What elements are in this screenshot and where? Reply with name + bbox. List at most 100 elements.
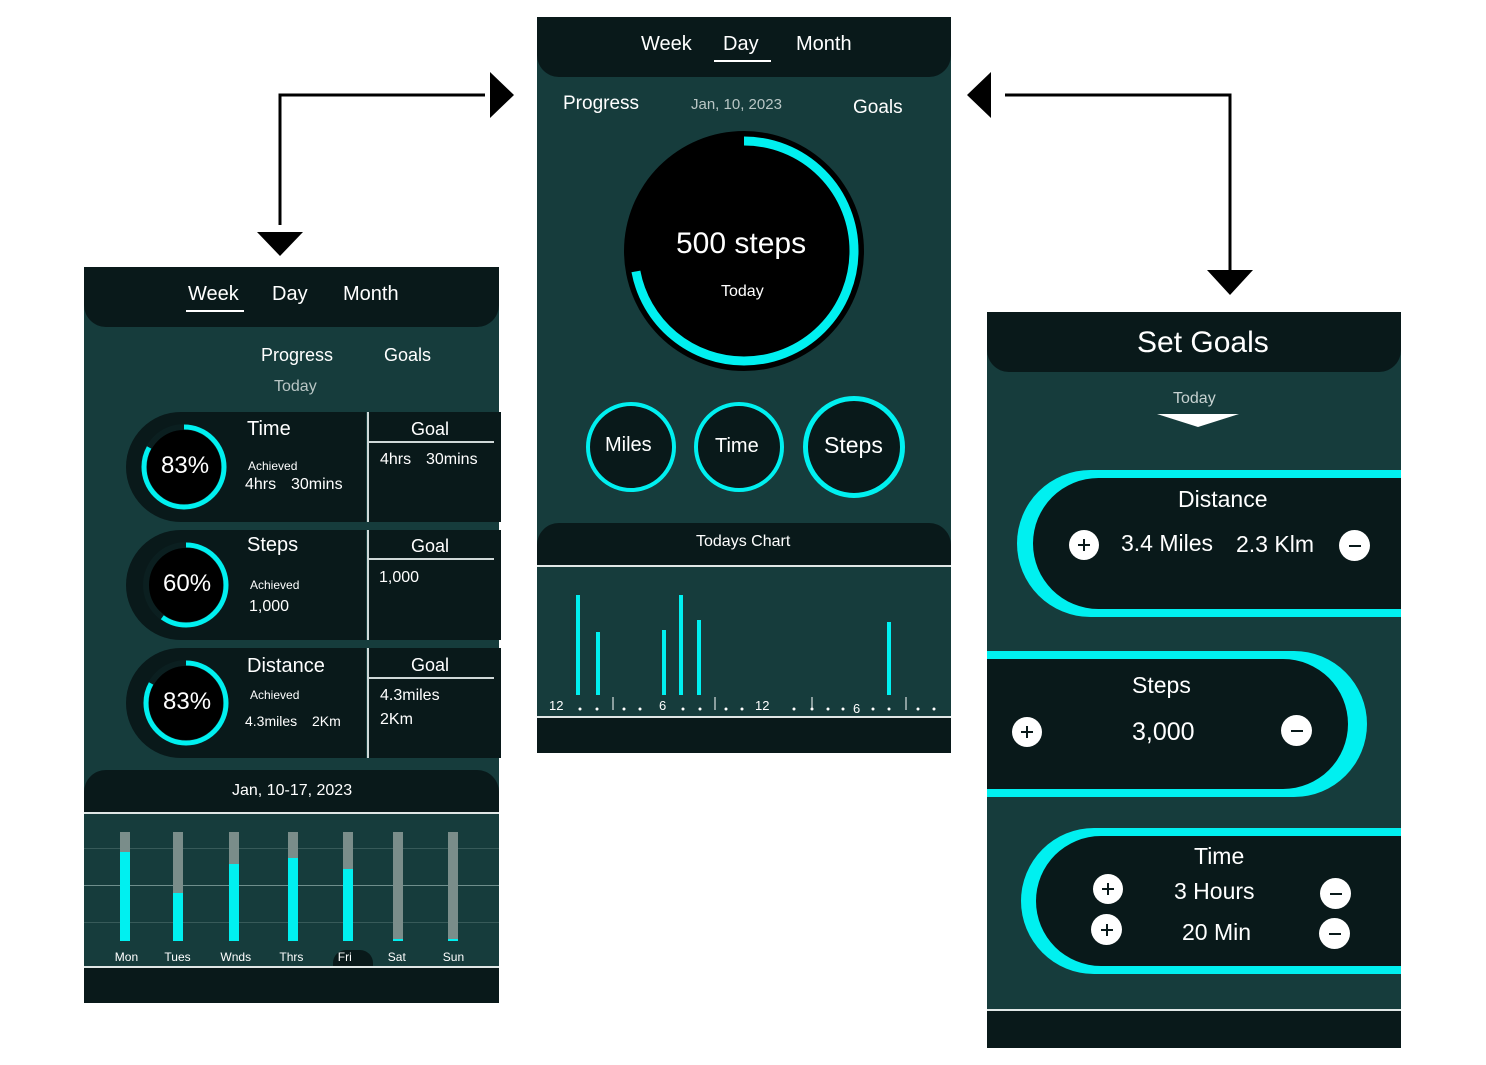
time-goal-hours: 4hrs — [380, 451, 412, 468]
distance-percent: 83% — [163, 688, 212, 715]
minutes-minus-button[interactable] — [1319, 918, 1350, 949]
distance-achieved-label: Achieved — [250, 688, 300, 702]
steps-card[interactable]: 60% Steps Achieved 1,000 Goal 1,000 — [126, 530, 501, 640]
distance-plus-button[interactable] — [1069, 530, 1099, 560]
chart-title: Todays Chart — [696, 533, 791, 550]
distance-goal-header: Goal — [411, 655, 450, 675]
time-achieved-mins: 30mins — [291, 476, 343, 493]
progress-tab[interactable]: Progress — [261, 345, 333, 366]
steps-percent: 60% — [163, 570, 212, 597]
day-screen: Week Day Month Progress Jan, 10, 2023 Go… — [537, 17, 951, 753]
week-bar-track — [448, 832, 458, 941]
date-range: Jan, 10-17, 2023 — [232, 782, 353, 799]
distance-card[interactable]: 83% Distance Achieved 4.3miles 2Km Goal … — [126, 648, 501, 758]
steps-achieved-value: 1,000 — [249, 598, 290, 615]
week-bar-fill — [229, 863, 239, 941]
week-bar-fill — [393, 938, 403, 941]
steps-goal-value: 1,000 — [379, 569, 420, 586]
week-day-label[interactable]: Mon — [115, 950, 138, 964]
today-label[interactable]: Today — [1173, 390, 1216, 408]
time-goal-mins: 30mins — [426, 451, 478, 468]
tab-week-underline — [186, 310, 244, 312]
axis-label-6am: 6 — [659, 698, 667, 713]
steps-title: Steps — [247, 534, 299, 556]
tab-day-underline — [714, 60, 771, 62]
steps-achieved-label: Achieved — [250, 578, 300, 592]
distance-miles-value: 3.4 Miles — [1121, 530, 1214, 556]
time-button-label: Time — [715, 435, 759, 457]
tab-month[interactable]: Month — [796, 33, 852, 56]
week-footer — [84, 968, 499, 1003]
goal-divider — [369, 677, 494, 679]
goals-tab[interactable]: Goals — [853, 97, 903, 119]
goal-divider — [369, 558, 494, 560]
time-achieved-label: Achieved — [248, 459, 298, 473]
steps-button-label: Steps — [824, 432, 883, 458]
goal-divider — [369, 441, 494, 443]
week-day-label[interactable]: Sun — [443, 950, 464, 964]
tab-week[interactable]: Week — [641, 33, 692, 56]
tab-day[interactable]: Day — [272, 283, 308, 306]
week-day-label[interactable]: Tues — [164, 950, 190, 964]
distance-goal-km: 2Km — [380, 711, 413, 728]
week-day-label[interactable]: Sat — [388, 950, 406, 964]
day-bar — [662, 630, 666, 695]
arrow-line-right — [1005, 93, 1232, 270]
distance-achieved-miles: 4.3miles — [245, 713, 298, 729]
axis-label-12pm: 12 — [755, 698, 770, 713]
hours-plus-button[interactable] — [1093, 874, 1123, 904]
minutes-plus-button[interactable] — [1091, 914, 1122, 945]
minutes-value: 20 Min — [1182, 919, 1252, 945]
hours-minus-button[interactable] — [1320, 878, 1351, 909]
week-day-label[interactable]: Thrs — [279, 950, 303, 964]
axis-label-12am: 12 — [549, 698, 564, 713]
steps-goal-header: Goal — [411, 536, 450, 556]
week-bar-fill — [173, 893, 183, 941]
arrow-head-down-right — [1207, 270, 1253, 295]
steps-goal-title: Steps — [1132, 672, 1191, 698]
distance-title: Distance — [247, 655, 325, 677]
steps-value: 500 steps — [676, 227, 807, 260]
week-bar-fill — [120, 851, 130, 941]
week-screen: Week Day Month Progress Goals Today 83% … — [84, 267, 501, 1003]
week-bar-track — [393, 832, 403, 941]
progress-tab[interactable]: Progress — [563, 93, 639, 115]
goals-tab[interactable]: Goals — [384, 345, 431, 366]
miles-button-label: Miles — [605, 434, 652, 456]
axis-label-6pm: 6 — [853, 701, 861, 716]
time-achieved-hours: 4hrs — [245, 476, 277, 493]
today-label: Today — [721, 283, 764, 300]
day-bar — [887, 622, 891, 695]
chevron-down-icon[interactable] — [1157, 414, 1239, 428]
time-card[interactable]: 83% Time Achieved 4hrs 30mins Goal 4hrs … — [126, 412, 501, 522]
arrow-head-down-left — [257, 232, 303, 256]
distance-achieved-km: 2Km — [312, 713, 341, 729]
week-day-label[interactable]: Wnds — [220, 950, 251, 964]
time-goal-header: Goal — [411, 419, 450, 439]
week-bar-fill — [448, 938, 458, 941]
day-bar — [679, 595, 683, 695]
day-bar — [697, 620, 701, 695]
day-chart: 12 6 12 6 — [537, 567, 951, 717]
arrow-line-left — [278, 93, 485, 225]
today-label: Today — [274, 378, 317, 395]
week-bar-fill — [343, 869, 353, 941]
tab-week[interactable]: Week — [188, 283, 239, 306]
steps-plus-button[interactable] — [1012, 717, 1042, 747]
day-footer — [537, 718, 951, 753]
arrow-head-left — [967, 72, 991, 118]
arrow-head-right — [490, 72, 514, 118]
date-label: Jan, 10, 2023 — [691, 96, 782, 113]
distance-goal-title: Distance — [1178, 486, 1268, 512]
week-bar-fill — [288, 858, 298, 941]
time-goal-title: Time — [1194, 843, 1245, 869]
distance-goal-miles: 4.3miles — [380, 687, 440, 704]
tab-month[interactable]: Month — [343, 283, 399, 306]
distance-minus-button[interactable] — [1339, 530, 1370, 561]
steps-goal-value: 3,000 — [1132, 718, 1195, 746]
week-day-label[interactable]: Fri — [338, 950, 352, 964]
goals-title: Set Goals — [1137, 326, 1269, 359]
day-bar — [596, 632, 600, 695]
steps-minus-button[interactable] — [1281, 715, 1312, 746]
tab-day[interactable]: Day — [723, 33, 759, 56]
